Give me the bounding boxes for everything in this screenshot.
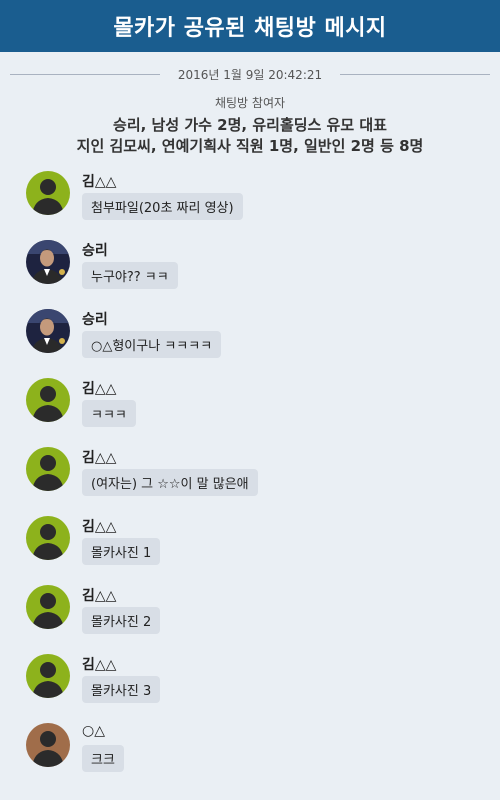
default-green-avatar-icon (26, 654, 70, 698)
header-bar: 몰카가 공유된 채팅방 메시지 (0, 0, 500, 52)
default-green-avatar-icon (26, 171, 70, 215)
message-bubble: 누구야?? ㅋㅋ (82, 262, 178, 289)
message-item: ○△ 크크 (0, 723, 500, 792)
message-list: 김△△ 첨부파일(20초 짜리 영상) 승리 누구야?? ㅋㅋ 승리 ○△형이구… (0, 171, 500, 792)
sender-name: 승리 (82, 312, 108, 328)
message-bubble: 크크 (82, 745, 124, 772)
chat-date: 2016년 1월 9일 20:42:21 (169, 65, 331, 83)
sender-name: ○△ (82, 723, 105, 739)
sender-name: 김△△ (82, 174, 117, 190)
message-item: 김△△ ㅋㅋㅋ (0, 378, 500, 447)
message-item: 김△△ (여자는) 그 ☆☆이 말 많은애 (0, 447, 500, 516)
message-bubble: 첨부파일(20초 짜리 영상) (82, 193, 243, 220)
page-title: 몰카가 공유된 채팅방 메시지 (113, 16, 387, 41)
message-bubble: ○△형이구나 ㅋㅋㅋㅋ (82, 331, 222, 358)
sender-name: 김△△ (82, 519, 117, 535)
message-item: 김△△ 몰카사진 3 (0, 654, 500, 723)
message-bubble: (여자는) 그 ☆☆이 말 많은애 (82, 469, 258, 496)
sender-name: 승리 (82, 243, 108, 259)
message-item: 승리 누구야?? ㅋㅋ (0, 240, 500, 309)
message-item: 김△△ 몰카사진 2 (0, 585, 500, 654)
message-bubble: 몰카사진 3 (82, 676, 161, 703)
default-brown-avatar-icon (26, 723, 70, 767)
divider-line-left (10, 74, 160, 75)
message-item: 김△△ 첨부파일(20초 짜리 영상) (0, 171, 500, 240)
message-bubble: ㅋㅋㅋ (82, 400, 136, 427)
divider-line-right (340, 74, 490, 75)
message-item: 승리 ○△형이구나 ㅋㅋㅋㅋ (0, 309, 500, 378)
sender-name: 김△△ (82, 588, 117, 604)
message-item: 김△△ 몰카사진 1 (0, 516, 500, 585)
default-green-avatar-icon (26, 447, 70, 491)
participants-line-2: 지인 김모씨, 연예기획사 직원 1명, 일반인 2명 등 8명 (76, 137, 424, 155)
sender-name: 김△△ (82, 450, 117, 466)
sender-name: 김△△ (82, 657, 117, 673)
photo-avatar-icon (26, 240, 70, 284)
participants-info: 채팅방 참여자 승리, 남성 가수 2명, 유리홀딩스 유모 대표 지인 김모씨… (0, 94, 500, 157)
default-green-avatar-icon (26, 378, 70, 422)
participants-line-1: 승리, 남성 가수 2명, 유리홀딩스 유모 대표 (113, 116, 387, 134)
message-bubble: 몰카사진 1 (82, 538, 161, 565)
default-green-avatar-icon (26, 585, 70, 629)
participants-title: 채팅방 참여자 (214, 96, 286, 110)
default-green-avatar-icon (26, 516, 70, 560)
sender-name: 김△△ (82, 381, 117, 397)
photo-avatar-icon (26, 309, 70, 353)
date-divider: 2016년 1월 9일 20:42:21 (0, 52, 500, 96)
message-bubble: 몰카사진 2 (82, 607, 161, 634)
